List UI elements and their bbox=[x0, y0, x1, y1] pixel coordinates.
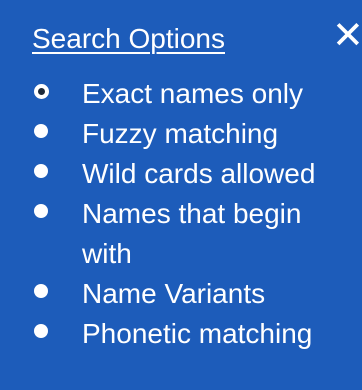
radio-selected-icon[interactable] bbox=[34, 84, 49, 99]
option-name-variants[interactable]: Name Variants bbox=[32, 274, 362, 314]
option-phonetic-matching[interactable]: Phonetic matching bbox=[32, 314, 362, 354]
option-label: Wild cards allowed bbox=[82, 158, 316, 189]
panel-title[interactable]: Search Options bbox=[32, 22, 225, 56]
radio-icon[interactable] bbox=[34, 124, 48, 138]
option-fuzzy-matching[interactable]: Fuzzy matching bbox=[32, 114, 362, 154]
radio-icon[interactable] bbox=[34, 164, 48, 178]
option-label: Phonetic matching bbox=[82, 318, 313, 349]
option-exact-names-only[interactable]: Exact names only bbox=[32, 74, 362, 114]
option-wild-cards-allowed[interactable]: Wild cards allowed bbox=[32, 154, 362, 194]
close-icon[interactable]: ✕ bbox=[332, 17, 362, 55]
option-label: Names that begin with bbox=[82, 198, 302, 269]
radio-icon[interactable] bbox=[34, 204, 48, 218]
search-options-list: Exact names only Fuzzy matching Wild car… bbox=[32, 74, 362, 354]
option-label: Name Variants bbox=[82, 278, 266, 309]
option-names-that-begin-with[interactable]: Names that begin with bbox=[32, 194, 322, 274]
option-label: Fuzzy matching bbox=[82, 118, 279, 149]
option-label: Exact names only bbox=[82, 78, 303, 109]
radio-icon[interactable] bbox=[34, 284, 48, 298]
radio-icon[interactable] bbox=[34, 324, 48, 338]
search-options-panel: Search Options ✕ Exact names only Fuzzy … bbox=[0, 0, 362, 390]
